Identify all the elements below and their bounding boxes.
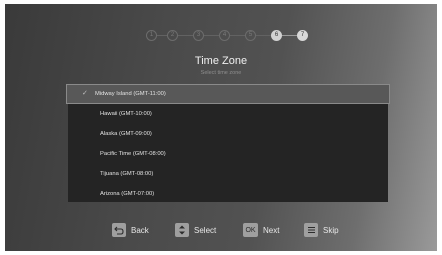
step-3: 3 <box>193 30 204 41</box>
ok-key-icon: OK <box>243 223 258 237</box>
step-6-current: 6 <box>271 30 282 41</box>
skip-button[interactable]: Skip <box>304 223 339 237</box>
time-zone-list: ✓ Midway Island (GMT-11:00) Hawaii (GMT-… <box>66 84 390 204</box>
time-zone-label: Midway Island (GMT-11:00) <box>95 91 166 97</box>
step-4: 4 <box>219 30 230 41</box>
step-connector <box>157 35 167 36</box>
time-zone-item[interactable]: Tijuana (GMT-08:00) <box>68 164 388 184</box>
step-connector <box>282 35 297 36</box>
step-connector <box>230 35 245 36</box>
time-zone-item[interactable]: Pacific Time (GMT-08:00) <box>68 144 388 164</box>
time-zone-item-selected[interactable]: ✓ Midway Island (GMT-11:00) <box>66 84 390 104</box>
step-2: 2 <box>167 30 178 41</box>
page-subtitle: Select time zone <box>200 70 242 76</box>
time-zone-label: Alaska (GMT-09:00) <box>100 131 152 137</box>
back-arrow-icon <box>112 223 126 237</box>
time-zone-label: Pacific Time (GMT-08:00) <box>100 151 166 157</box>
step-5: 5 <box>245 30 256 41</box>
check-icon: ✓ <box>82 90 88 97</box>
menu-icon <box>304 223 318 237</box>
page-title: Time Zone <box>194 55 248 67</box>
up-down-icon <box>175 223 189 237</box>
next-label: Next <box>263 225 280 235</box>
step-1: 1 <box>146 30 157 41</box>
remote-hints-bar: Back Select OK Next Skip <box>5 223 437 243</box>
select-button[interactable]: Select <box>175 223 216 237</box>
back-button[interactable]: Back <box>112 223 149 237</box>
step-connector <box>178 35 193 36</box>
back-label: Back <box>131 225 149 235</box>
time-zone-label: Arizona (GMT-07:00) <box>100 191 155 197</box>
step-connector <box>256 35 271 36</box>
skip-label: Skip <box>323 225 339 235</box>
time-zone-item[interactable]: Hawaii (GMT-10:00) <box>68 104 388 124</box>
next-button[interactable]: OK Next <box>243 223 279 237</box>
time-zone-label: Tijuana (GMT-08:00) <box>100 171 154 177</box>
time-zone-item[interactable]: Arizona (GMT-07:00) <box>68 184 388 204</box>
time-zone-label: Hawaii (GMT-10:00) <box>100 111 152 117</box>
step-7: 7 <box>297 30 308 41</box>
select-label: Select <box>194 225 217 235</box>
tv-setup-screen: 1 2 3 4 5 6 7 Time Zone Select time zone… <box>5 4 437 251</box>
step-connector <box>204 35 219 36</box>
time-zone-item[interactable]: Alaska (GMT-09:00) <box>68 124 388 144</box>
